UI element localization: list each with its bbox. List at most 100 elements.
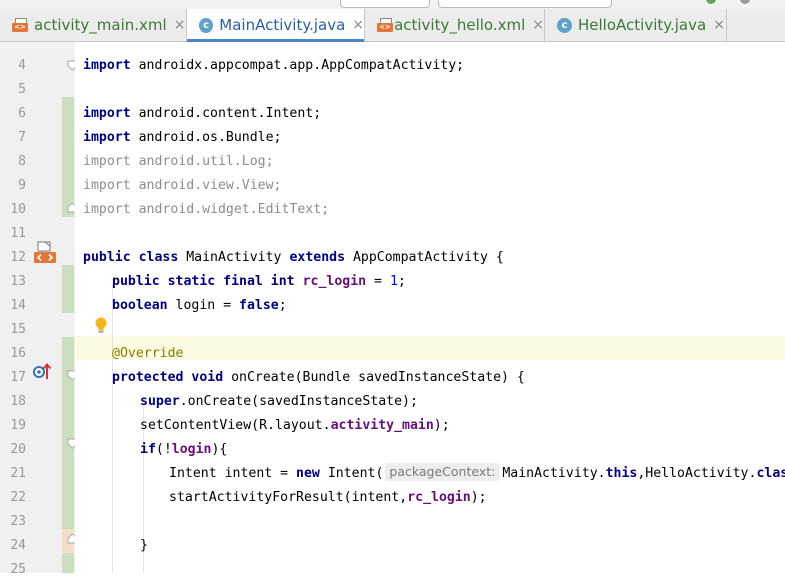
close-icon[interactable]: × xyxy=(174,17,186,33)
line-number: 16 xyxy=(10,346,26,361)
keyword: protected void xyxy=(112,370,224,385)
line-number: 9 xyxy=(18,178,26,193)
parameter-hint: packageContext: xyxy=(385,463,500,481)
code-line-10: import android.widget.EditText; xyxy=(83,198,329,222)
field-name: activity_main xyxy=(330,418,434,433)
code-text: ); xyxy=(433,418,450,433)
code-line-17: protected void onCreate(Bundle savedInst… xyxy=(112,366,525,390)
field-name: login xyxy=(171,442,212,457)
line-number: 15 xyxy=(10,322,26,337)
vcs-change-marker[interactable] xyxy=(62,553,74,573)
code-line-12: public class MainActivity extends AppCom… xyxy=(83,246,504,270)
line-number: 22 xyxy=(10,490,26,505)
code-text: ); xyxy=(470,490,487,505)
code-line-22: startActivityForResult(intent,rc_login); xyxy=(169,486,487,510)
close-icon[interactable]: × xyxy=(713,17,725,33)
keyword: class xyxy=(756,466,785,481)
keyword: false xyxy=(239,298,279,313)
intention-bulb-icon[interactable] xyxy=(94,317,108,333)
code-line-9: import android.view.View; xyxy=(83,174,282,198)
keyword: public static final int xyxy=(112,274,295,289)
code-text: ; xyxy=(397,274,406,289)
java-class-icon: c xyxy=(199,17,214,33)
line-number: 7 xyxy=(18,130,26,145)
xml-file-icon: <> xyxy=(12,18,28,32)
code-text: ,HelloActivity. xyxy=(637,466,757,481)
override-method-icon[interactable] xyxy=(32,362,52,384)
line-number: 11 xyxy=(10,226,26,241)
code-text: ){ xyxy=(211,442,228,457)
keyword: import xyxy=(83,106,131,121)
keyword: extends xyxy=(289,250,346,265)
run-config-selector[interactable] xyxy=(340,0,430,8)
code-text: MainActivity. xyxy=(502,466,606,481)
code-text: = xyxy=(366,274,390,289)
code-line-7: import android.os.Bundle; xyxy=(83,126,282,150)
line-number: 10 xyxy=(10,202,26,217)
code-line-18: super.onCreate(savedInstanceState); xyxy=(140,390,418,414)
code-line-24: } xyxy=(140,534,148,558)
code-line-6: import android.content.Intent; xyxy=(83,102,321,126)
code-line-4: import androidx.appcompat.app.AppCompatA… xyxy=(83,54,464,78)
code-text: setContentView(R.layout. xyxy=(140,418,331,433)
code-line-14: boolean login = false; xyxy=(112,294,287,318)
run-icon[interactable] xyxy=(706,0,716,4)
line-number: 6 xyxy=(18,106,26,121)
line-number: 20 xyxy=(10,442,26,457)
line-number: 19 xyxy=(10,418,26,433)
annotation: @Override xyxy=(112,346,184,361)
keyword: import xyxy=(83,178,131,193)
code-text: Intent( xyxy=(319,466,384,481)
code-text: ; xyxy=(278,298,287,313)
close-icon[interactable]: × xyxy=(532,17,544,33)
line-number: 12 xyxy=(10,250,26,265)
editor-tab-bar: <> activity_main.xml × c MainActivity.ja… xyxy=(0,9,785,42)
code-text: MainActivity xyxy=(178,250,290,265)
tab-activity-hello-xml[interactable]: <> activity_hello.xml × xyxy=(365,9,545,41)
code-text: android.widget.EditText; xyxy=(130,202,330,217)
tab-helloactivity-java[interactable]: c HelloActivity.java × xyxy=(545,9,727,41)
code-text: AppCompatActivity { xyxy=(345,250,504,265)
code-line-19: setContentView(R.layout.activity_main); xyxy=(140,414,450,438)
line-number: 14 xyxy=(10,298,26,313)
code-line-13: public static final int rc_login = 1; xyxy=(112,270,406,294)
tab-mainactivity-java[interactable]: c MainActivity.java × xyxy=(187,9,365,42)
keyword: super xyxy=(140,394,180,409)
vcs-change-marker[interactable] xyxy=(62,337,74,529)
keyword: public class xyxy=(83,250,179,265)
tab-label: activity_main.xml xyxy=(34,16,167,34)
sync-icon[interactable] xyxy=(740,0,750,4)
line-number: 24 xyxy=(10,538,26,553)
keyword: import xyxy=(83,130,131,145)
line-number: 18 xyxy=(10,394,26,409)
line-number: 23 xyxy=(10,514,26,529)
line-number: 13 xyxy=(10,274,26,289)
keyword: import xyxy=(83,154,131,169)
keyword: boolean xyxy=(112,298,168,313)
keyword: this xyxy=(605,466,638,481)
code-text: onCreate(Bundle savedInstanceState) { xyxy=(223,370,525,385)
code-text: Intent intent = xyxy=(169,466,297,481)
code-text: android.content.Intent; xyxy=(130,106,322,121)
field-name: rc_login xyxy=(302,274,367,289)
editor-gutter[interactable]: 4 5 6 7 8 9 10 11 12 13 14 15 16 17 18 1… xyxy=(0,42,78,577)
keyword: if xyxy=(140,442,156,457)
vcs-change-marker[interactable] xyxy=(62,97,74,145)
tab-label: HelloActivity.java xyxy=(578,16,707,34)
code-line-20: if(!login){ xyxy=(140,438,227,462)
vcs-change-marker[interactable] xyxy=(62,265,74,313)
close-icon[interactable]: × xyxy=(352,17,364,33)
layout-file-icon[interactable] xyxy=(33,241,57,269)
line-number: 21 xyxy=(10,466,26,481)
xml-file-icon: <> xyxy=(377,18,393,32)
device-selector[interactable] xyxy=(438,0,612,8)
tab-activity-main-xml[interactable]: <> activity_main.xml × xyxy=(0,9,187,41)
code-text: androidx.appcompat.app.AppCompatActivity… xyxy=(130,58,465,73)
code-text: startActivityForResult(intent, xyxy=(169,490,408,505)
code-editor[interactable]: import androidx.appcompat.app.AppCompatA… xyxy=(75,42,785,573)
toolbar xyxy=(0,0,785,9)
code-text: login = xyxy=(167,298,240,313)
code-text: android.util.Log; xyxy=(130,154,274,169)
line-number: 25 xyxy=(10,562,26,577)
